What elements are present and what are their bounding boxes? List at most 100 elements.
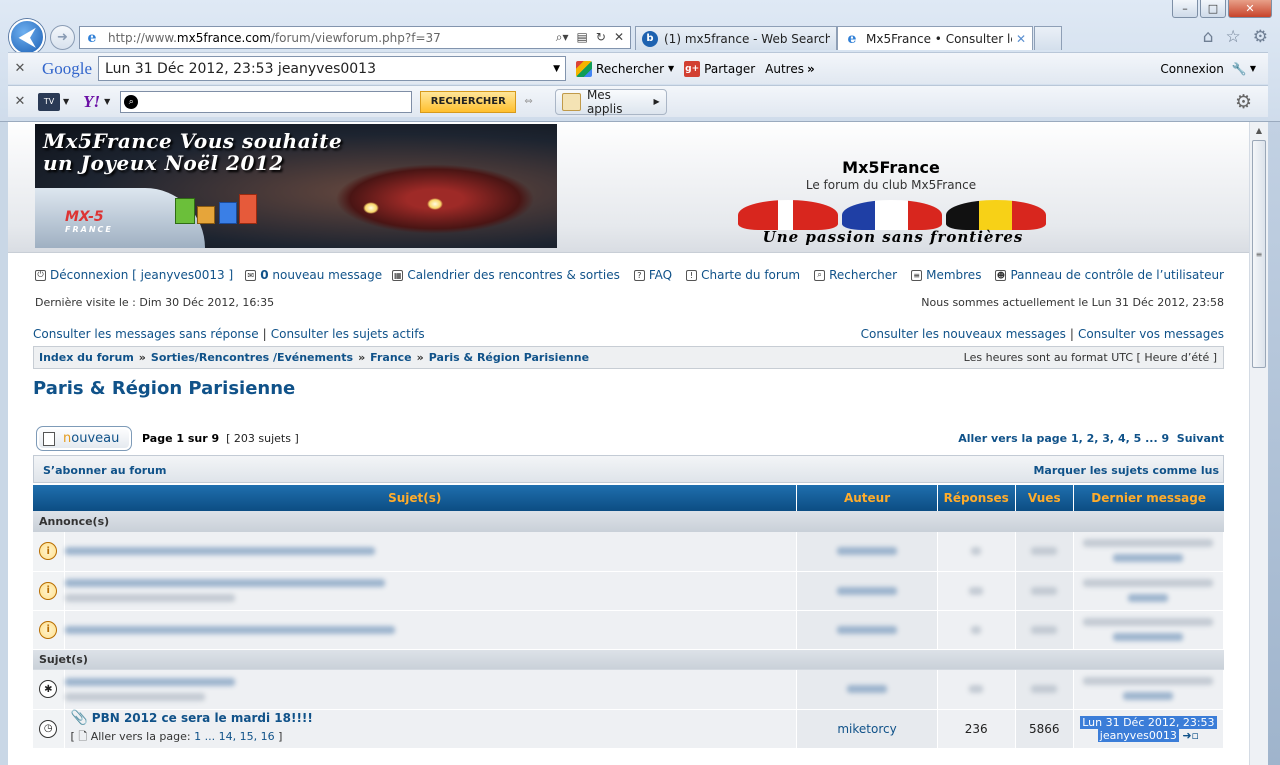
- compat-view-icon[interactable]: ▤: [577, 30, 588, 45]
- tab-web-search[interactable]: b (1) mx5france - Web Search Re...: [635, 26, 837, 50]
- table-header-row: Sujet(s) Auteur Réponses Vues Dernier me…: [33, 485, 1224, 511]
- quick-links: Consulter les messages sans réponse | Cons…: [33, 327, 1224, 341]
- new-posts-link[interactable]: Consulter les nouveaux messages: [861, 327, 1066, 341]
- page-links[interactable]: 1, 2, 3, 4, 5 ... 9: [1071, 432, 1169, 445]
- close-toolbar-icon[interactable]: ✕: [8, 94, 32, 109]
- table-row[interactable]: ✱: [33, 670, 1225, 710]
- scroll-thumb[interactable]: ≡: [1252, 140, 1266, 368]
- apps-button[interactable]: Mes applis ▶: [554, 88, 667, 116]
- timezone-info: Les heures sont au format UTC [ Heure d’…: [963, 351, 1217, 364]
- close-window-button[interactable]: ✕: [1228, 0, 1272, 18]
- vertical-scrollbar[interactable]: ▲ ≡: [1249, 122, 1268, 765]
- topic-replies: 236: [937, 709, 1016, 749]
- wrench-icon: 🔧: [1231, 61, 1247, 76]
- site-name: Mx5France: [842, 158, 940, 177]
- yahoo-search-button[interactable]: RECHERCHER: [420, 90, 517, 113]
- close-toolbar-icon[interactable]: ✕: [8, 61, 32, 76]
- breadcrumb-paris[interactable]: Paris & Région Parisienne: [429, 351, 589, 364]
- new-messages-link[interactable]: ✉ 0 nouveau message: [245, 268, 382, 282]
- search-icon[interactable]: ⌕▾: [556, 30, 569, 45]
- your-posts-link[interactable]: Consulter vos messages: [1078, 327, 1224, 341]
- bing-icon: b: [642, 30, 658, 47]
- favorites-star-icon[interactable]: ☆: [1226, 27, 1241, 47]
- page-info: Page 1 sur 9 [ 203 sujets ]: [142, 432, 299, 445]
- url-text[interactable]: http://www.mx5france.com/forum/viewforum…: [108, 31, 556, 45]
- table-row[interactable]: i: [33, 532, 1225, 572]
- ie-tab-icon: e: [847, 30, 857, 47]
- table-row[interactable]: i: [33, 571, 1225, 611]
- yahoo-search-input[interactable]: ⌕: [120, 90, 413, 113]
- calendar-link[interactable]: ▦ Calendrier des rencontres & sorties: [392, 268, 620, 282]
- mx5-logo: MX-5 FRANCE: [65, 209, 113, 234]
- faq-link[interactable]: ? FAQ: [633, 268, 672, 282]
- page-icon: 🗋: [78, 730, 88, 743]
- tab-mx5france[interactable]: e Mx5France • Consulter le fo... ✕: [837, 26, 1033, 50]
- gear-icon[interactable]: ⚙: [1253, 27, 1268, 47]
- google-toolbar: ✕ Google Lun 31 Déc 2012, 23:53 jeanyves…: [8, 52, 1268, 84]
- breadcrumb-sorties[interactable]: Sorties/Rencontres /Evénements: [151, 351, 353, 364]
- last-post-user[interactable]: jeanyves0013: [1097, 728, 1179, 742]
- mark-read-link[interactable]: Marquer les sujets comme lus: [1033, 464, 1219, 477]
- google-logo: Google: [42, 58, 93, 78]
- gifts-image: [175, 190, 259, 230]
- topic-author-link[interactable]: miketorcy: [837, 722, 896, 736]
- view-latest-post-icon[interactable]: ➜▫: [1182, 729, 1199, 742]
- home-icon[interactable]: ⌂: [1203, 27, 1214, 47]
- new-tab-button[interactable]: [1034, 26, 1062, 50]
- topic-page-links[interactable]: 1 ... 14, 15, 16: [194, 730, 274, 743]
- more-button[interactable]: Autres»: [765, 62, 815, 76]
- search-icon: ⌕: [814, 269, 826, 281]
- table-row[interactable]: ◷ 📎 PBN 2012 ce sera le mardi 18!!!! [ 🗋…: [33, 709, 1225, 749]
- unanswered-link[interactable]: Consulter les messages sans réponse: [33, 327, 259, 341]
- last-post-date[interactable]: Lun 31 Déc 2012, 23:53: [1080, 715, 1217, 729]
- google-search-button[interactable]: Rechercher ▼: [576, 60, 674, 77]
- charte-link[interactable]: ! Charte du forum: [686, 268, 800, 282]
- chevron-down-icon[interactable]: ▼: [553, 64, 565, 74]
- pagination: Aller vers la page 1, 2, 3, 4, 5 ... 9 S…: [958, 432, 1224, 445]
- minimize-button[interactable]: –: [1172, 0, 1198, 18]
- table-row[interactable]: i: [33, 610, 1225, 650]
- user-icon: ☻: [995, 269, 1007, 281]
- google-plus-icon: g+: [684, 60, 701, 77]
- share-button[interactable]: g+ Partager: [684, 60, 755, 77]
- back-button[interactable]: ⮜: [9, 19, 45, 55]
- maximize-button[interactable]: □: [1200, 0, 1226, 18]
- toolbar-gear-icon[interactable]: ⚙: [1235, 91, 1252, 113]
- forward-button[interactable]: ➜: [50, 25, 75, 50]
- page-viewport: Mx5France Vous souhaite un Joyeux Noël 2…: [8, 122, 1249, 765]
- google-search-icon: [576, 60, 593, 77]
- topics-table: Sujet(s) Auteur Réponses Vues Dernier me…: [33, 485, 1225, 749]
- new-topic-button[interactable]: nouveau: [36, 426, 132, 451]
- yahoo-logo[interactable]: Y!: [83, 92, 100, 112]
- close-tab-icon[interactable]: ✕: [1016, 32, 1026, 46]
- col-author: Auteur: [796, 485, 938, 511]
- search-link[interactable]: ⌕ Rechercher: [814, 268, 897, 282]
- attachment-icon: 📎: [70, 710, 88, 726]
- page-title[interactable]: Paris & Région Parisienne: [33, 378, 295, 399]
- connexion-button[interactable]: Connexion 🔧 ▼: [1160, 62, 1256, 76]
- refresh-icon[interactable]: ↻: [596, 30, 606, 45]
- breadcrumb-index[interactable]: Index du forum: [39, 351, 134, 364]
- topic-read-icon: ◷: [39, 719, 58, 738]
- ucp-link[interactable]: ☻ Panneau de contrôle de l’utilisateur: [995, 268, 1224, 282]
- stop-icon[interactable]: ✕: [614, 30, 624, 45]
- topic-title-link[interactable]: PBN 2012 ce sera le mardi 18!!!!: [92, 711, 313, 725]
- grip-icon[interactable]: ⇔: [524, 96, 532, 107]
- col-last-post: Dernier message: [1073, 485, 1224, 511]
- members-link[interactable]: ≡ Membres: [911, 268, 981, 282]
- logout-link[interactable]: ⏻ Déconnexion [ jeanyves0013 ]: [35, 268, 233, 282]
- scroll-up-arrow[interactable]: ▲: [1250, 122, 1268, 139]
- christmas-banner[interactable]: Mx5France Vous souhaite un Joyeux Noël 2…: [35, 124, 557, 248]
- site-header: Mx5France Vous souhaite un Joyeux Noël 2…: [8, 122, 1249, 253]
- subscribe-link[interactable]: S’abonner au forum: [43, 464, 166, 477]
- section-topics: Sujet(s): [33, 649, 1224, 670]
- apps-icon: [561, 92, 581, 111]
- section-announcements: Annonce(s): [33, 511, 1224, 532]
- google-search-input[interactable]: Lun 31 Déc 2012, 23:53 jeanyves0013 ▼: [98, 56, 567, 81]
- address-bar[interactable]: e http://www.mx5france.com/forum/viewfor…: [79, 26, 631, 49]
- active-topics-link[interactable]: Consulter les sujets actifs: [271, 327, 425, 341]
- browser-chrome: – □ ✕ ⮜ ➜ e http://www.mx5france.com/for…: [0, 0, 1280, 122]
- next-page-link[interactable]: Suivant: [1177, 432, 1224, 445]
- tv-icon[interactable]: TV: [38, 92, 60, 111]
- breadcrumb-france[interactable]: France: [370, 351, 411, 364]
